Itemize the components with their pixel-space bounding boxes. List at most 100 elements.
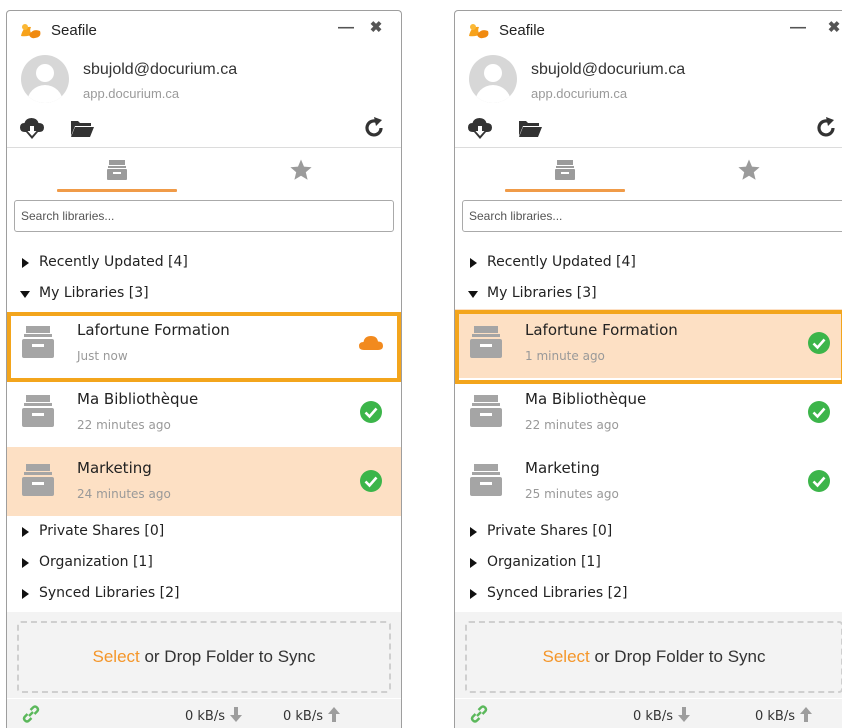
library-name: Marketing: [525, 459, 600, 477]
seafile-window-before: Seafile — ✖ sbujold@docurium.ca app.docu…: [6, 10, 402, 728]
seafile-logo-icon: [21, 24, 41, 39]
library-tab-icon: [555, 160, 575, 180]
search-libraries-input[interactable]: [462, 200, 842, 232]
group-private-shares[interactable]: Private Shares [0]: [7, 516, 401, 547]
upload-rate: 0 kB/s: [283, 707, 341, 724]
account-email: sbujold@docurium.ca: [83, 61, 238, 78]
download-rate: 0 kB/s: [185, 707, 243, 724]
group-organization[interactable]: Organization [1]: [455, 547, 842, 578]
group-organization[interactable]: Organization [1]: [7, 547, 401, 578]
status-bar: 0 kB/s 0 kB/s: [455, 699, 842, 728]
group-label: Recently Updated [4]: [487, 254, 636, 270]
group-private-shares[interactable]: Private Shares [0]: [455, 516, 842, 547]
app-title: Seafile: [51, 22, 97, 39]
caret-right-icon: [22, 527, 29, 537]
drop-folder-zone[interactable]: Select or Drop Folder to Sync: [465, 621, 842, 693]
group-my-libraries[interactable]: My Libraries [3]: [7, 278, 401, 309]
library-item-lafortune[interactable]: Lafortune Formation 1 minute ago: [455, 309, 842, 378]
refresh-icon[interactable]: [813, 115, 839, 141]
account-server: app.docurium.ca: [83, 86, 180, 101]
toolbar: [7, 111, 401, 147]
library-item-marketing[interactable]: Marketing 24 minutes ago: [7, 447, 401, 516]
app-title: Seafile: [499, 22, 545, 39]
library-time: 24 minutes ago: [77, 487, 171, 501]
search-libraries-input[interactable]: [14, 200, 394, 232]
library-time: 22 minutes ago: [77, 418, 171, 432]
link-icon[interactable]: [21, 704, 41, 724]
group-synced-libraries[interactable]: Synced Libraries [2]: [455, 578, 842, 609]
avatar[interactable]: [21, 55, 69, 103]
drop-zone-text: or Drop Folder to Sync: [589, 647, 766, 666]
close-button[interactable]: ✖: [823, 17, 842, 39]
arrow-up-icon: [800, 707, 813, 722]
drop-folder-zone[interactable]: Select or Drop Folder to Sync: [17, 621, 391, 693]
library-time: 25 minutes ago: [525, 487, 619, 501]
library-icon: [470, 326, 502, 358]
cloud-download-icon[interactable]: [467, 115, 493, 141]
refresh-icon[interactable]: [361, 115, 387, 141]
library-name: Marketing: [77, 459, 152, 477]
arrow-up-icon: [328, 707, 341, 722]
caret-right-icon: [22, 258, 29, 268]
link-icon[interactable]: [469, 704, 489, 724]
tab-libraries[interactable]: [505, 148, 625, 192]
download-rate-value: 0 kB/s: [633, 709, 674, 724]
group-recently-updated[interactable]: Recently Updated [4]: [7, 247, 401, 278]
download-rate-value: 0 kB/s: [185, 709, 226, 724]
minimize-button[interactable]: —: [787, 17, 809, 39]
account-section[interactable]: sbujold@docurium.ca app.docurium.ca: [7, 49, 401, 109]
tab-starred[interactable]: [241, 148, 361, 192]
group-label: Synced Libraries [2]: [39, 585, 180, 601]
select-folder-link[interactable]: Select: [93, 647, 140, 666]
arrow-down-icon: [678, 707, 691, 722]
seafile-logo-icon: [469, 24, 489, 39]
upload-rate-value: 0 kB/s: [283, 709, 324, 724]
title-bar: Seafile — ✖: [455, 11, 842, 47]
library-icon: [22, 326, 54, 358]
group-label: Organization [1]: [487, 554, 601, 570]
library-icon: [22, 464, 54, 496]
group-my-libraries[interactable]: My Libraries [3]: [455, 278, 842, 309]
open-folder-icon[interactable]: [517, 115, 543, 141]
syncing-cloud-icon: [359, 336, 383, 350]
tab-libraries[interactable]: [57, 148, 177, 192]
account-server: app.docurium.ca: [531, 86, 628, 101]
library-item-ma-bibliotheque[interactable]: Ma Bibliothèque 22 minutes ago: [455, 378, 842, 447]
group-recently-updated[interactable]: Recently Updated [4]: [455, 247, 842, 278]
open-folder-icon[interactable]: [69, 115, 95, 141]
library-item-marketing[interactable]: Marketing 25 minutes ago: [455, 447, 842, 516]
library-icon: [470, 395, 502, 427]
group-label: Private Shares [0]: [39, 523, 165, 539]
library-item-lafortune[interactable]: Lafortune Formation Just now: [7, 309, 401, 378]
select-folder-link[interactable]: Select: [543, 647, 590, 666]
arrow-down-icon: [230, 707, 243, 722]
account-section[interactable]: sbujold@docurium.ca app.docurium.ca: [455, 49, 842, 109]
library-time: Just now: [77, 349, 128, 363]
seafile-window-after: Seafile — ✖ sbujold@docurium.ca app.docu…: [454, 10, 842, 728]
library-tree: Recently Updated [4] My Libraries [3] La…: [7, 247, 401, 609]
close-button[interactable]: ✖: [365, 17, 387, 39]
library-name: Ma Bibliothèque: [77, 390, 199, 408]
synced-check-icon: [808, 470, 830, 492]
minimize-button[interactable]: —: [335, 17, 357, 39]
upload-rate: 0 kB/s: [755, 707, 813, 724]
status-bar: 0 kB/s 0 kB/s: [7, 699, 401, 728]
library-icon: [22, 395, 54, 427]
synced-check-icon: [808, 401, 830, 423]
library-name: Lafortune Formation: [525, 321, 678, 339]
library-item-ma-bibliotheque[interactable]: Ma Bibliothèque 22 minutes ago: [7, 378, 401, 447]
account-email: sbujold@docurium.ca: [531, 61, 686, 78]
download-rate: 0 kB/s: [633, 707, 691, 724]
library-time: 1 minute ago: [525, 349, 605, 363]
tab-starred[interactable]: [689, 148, 809, 192]
cloud-download-icon[interactable]: [19, 115, 45, 141]
tab-bar: [7, 148, 401, 192]
star-icon: [290, 159, 312, 180]
upload-rate-value: 0 kB/s: [755, 709, 796, 724]
caret-down-icon: [20, 291, 30, 298]
group-synced-libraries[interactable]: Synced Libraries [2]: [7, 578, 401, 609]
caret-right-icon: [470, 589, 477, 599]
library-name: Lafortune Formation: [77, 321, 230, 339]
group-label: Synced Libraries [2]: [487, 585, 628, 601]
avatar[interactable]: [469, 55, 517, 103]
